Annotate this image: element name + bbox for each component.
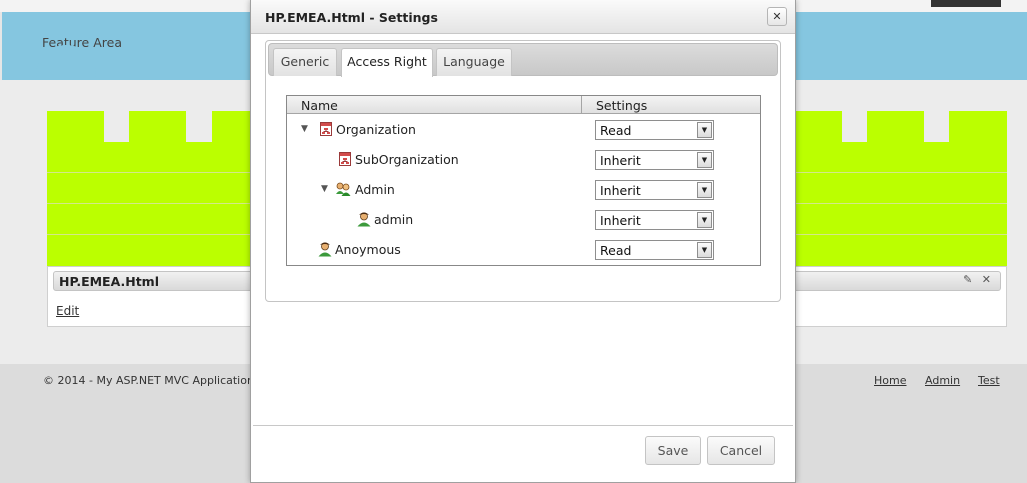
tab-access-right[interactable]: Access Right xyxy=(341,48,433,77)
column-header-settings[interactable]: Settings xyxy=(596,98,647,113)
select-value: Inherit xyxy=(600,153,641,168)
save-button[interactable]: Save xyxy=(645,436,701,465)
module-edit-link[interactable]: Edit xyxy=(56,304,79,318)
footer-link-home[interactable]: Home xyxy=(874,374,906,387)
layout-block xyxy=(867,111,924,143)
layout-block xyxy=(47,111,104,143)
chevron-down-icon[interactable]: ▼ xyxy=(697,182,712,198)
organization-icon xyxy=(339,152,351,166)
layout-block xyxy=(949,111,1007,143)
column-separator[interactable] xyxy=(581,96,582,114)
node-label[interactable]: Admin xyxy=(355,182,395,197)
organization-icon xyxy=(320,122,332,136)
expander-icon[interactable]: ▼ xyxy=(321,184,328,194)
dialog-divider xyxy=(253,425,793,426)
layout-block xyxy=(129,111,186,143)
permission-select-admin-group[interactable]: Inherit ▼ xyxy=(595,180,714,200)
dialog-titlebar[interactable]: HP.EMEA.Html - Settings ✕ xyxy=(251,0,795,34)
footer-link-admin[interactable]: Admin xyxy=(925,374,960,387)
footer-link-test[interactable]: Test xyxy=(978,374,1000,387)
dialog-title: HP.EMEA.Html - Settings xyxy=(265,10,438,25)
permission-select-suborganization[interactable]: Inherit ▼ xyxy=(595,150,714,170)
tab-generic[interactable]: Generic xyxy=(273,48,337,76)
close-icon: ✕ xyxy=(772,10,782,23)
tree-row-suborganization[interactable]: SubOrganization Inherit ▼ xyxy=(287,145,760,175)
node-label[interactable]: Anoymous xyxy=(335,242,401,257)
module-title: HP.EMEA.Html xyxy=(59,274,159,289)
tree-row-organization[interactable]: ▼ Organization Read ▼ xyxy=(287,115,760,145)
node-label[interactable]: Organization xyxy=(336,122,416,137)
select-value: Inherit xyxy=(600,183,641,198)
top-bar-block xyxy=(931,0,1001,7)
user-group-icon xyxy=(336,182,351,196)
module-tools-icon[interactable]: ✎ ✕ xyxy=(963,273,994,286)
tree-row-admin-group[interactable]: ▼ Admin Inherit ▼ xyxy=(287,175,760,205)
select-value: Read xyxy=(600,243,632,258)
tab-strip: Generic Access Right Language xyxy=(268,43,778,77)
permission-select-anonymous[interactable]: Read ▼ xyxy=(595,240,714,260)
select-value: Read xyxy=(600,123,632,138)
layout-block xyxy=(212,111,250,143)
cancel-button[interactable]: Cancel xyxy=(707,436,775,465)
node-label[interactable]: admin xyxy=(374,212,413,227)
access-right-grid: Name Settings ▼ Organization Read ▼ SubO… xyxy=(286,95,761,266)
user-icon xyxy=(357,212,371,227)
permission-select-admin-user[interactable]: Inherit ▼ xyxy=(595,210,714,230)
grid-header: Name Settings xyxy=(287,96,760,114)
layout-block xyxy=(796,111,842,143)
select-value: Inherit xyxy=(600,213,641,228)
chevron-down-icon[interactable]: ▼ xyxy=(697,122,712,138)
settings-dialog: HP.EMEA.Html - Settings ✕ Generic Access… xyxy=(250,0,796,483)
node-label[interactable]: SubOrganization xyxy=(355,152,459,167)
footer-copyright: © 2014 - My ASP.NET MVC Application xyxy=(43,374,254,387)
chevron-down-icon[interactable]: ▼ xyxy=(697,212,712,228)
tab-language[interactable]: Language xyxy=(436,48,512,76)
permission-select-organization[interactable]: Read ▼ xyxy=(595,120,714,140)
close-button[interactable]: ✕ xyxy=(767,7,787,26)
user-icon xyxy=(318,242,332,257)
chevron-down-icon[interactable]: ▼ xyxy=(697,242,712,258)
tabs-panel: Generic Access Right Language Name Setti… xyxy=(265,40,781,302)
expander-icon[interactable]: ▼ xyxy=(301,124,308,134)
column-header-name[interactable]: Name xyxy=(301,98,338,113)
tree-row-anonymous[interactable]: Anoymous Read ▼ xyxy=(287,235,760,265)
tree-row-admin-user[interactable]: admin Inherit ▼ xyxy=(287,205,760,235)
chevron-down-icon[interactable]: ▼ xyxy=(697,152,712,168)
